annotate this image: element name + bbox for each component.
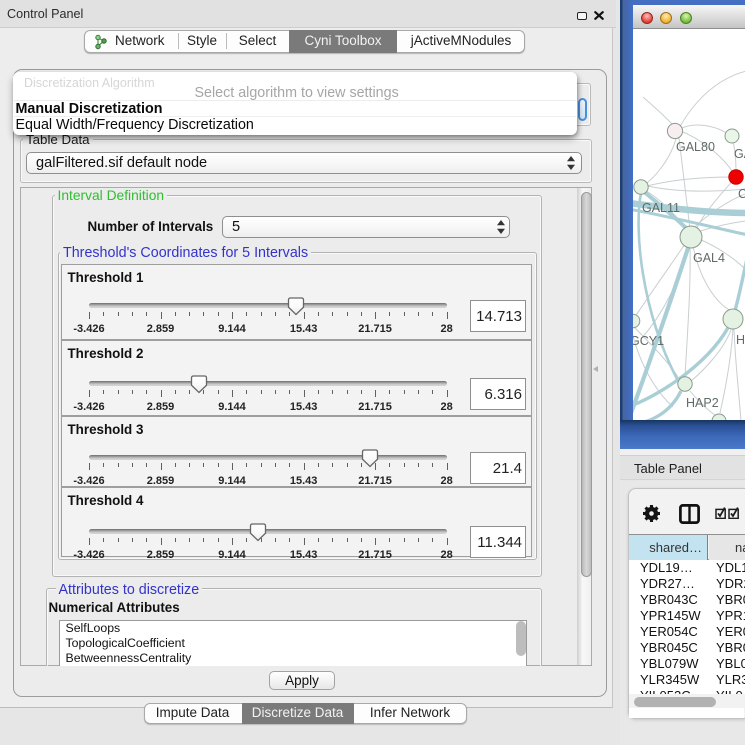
svg-text:HAP2: HAP2 <box>686 396 719 410</box>
svg-text:GAL80: GAL80 <box>676 140 715 154</box>
svg-text:GCY1: GCY1 <box>633 334 664 348</box>
svg-text:H: H <box>736 333 745 347</box>
svg-text:GAL11: GAL11 <box>642 201 680 215</box>
svg-text:GAL4: GAL4 <box>693 251 725 265</box>
svg-text:GA: GA <box>734 147 745 161</box>
svg-text:C: C <box>738 187 745 201</box>
